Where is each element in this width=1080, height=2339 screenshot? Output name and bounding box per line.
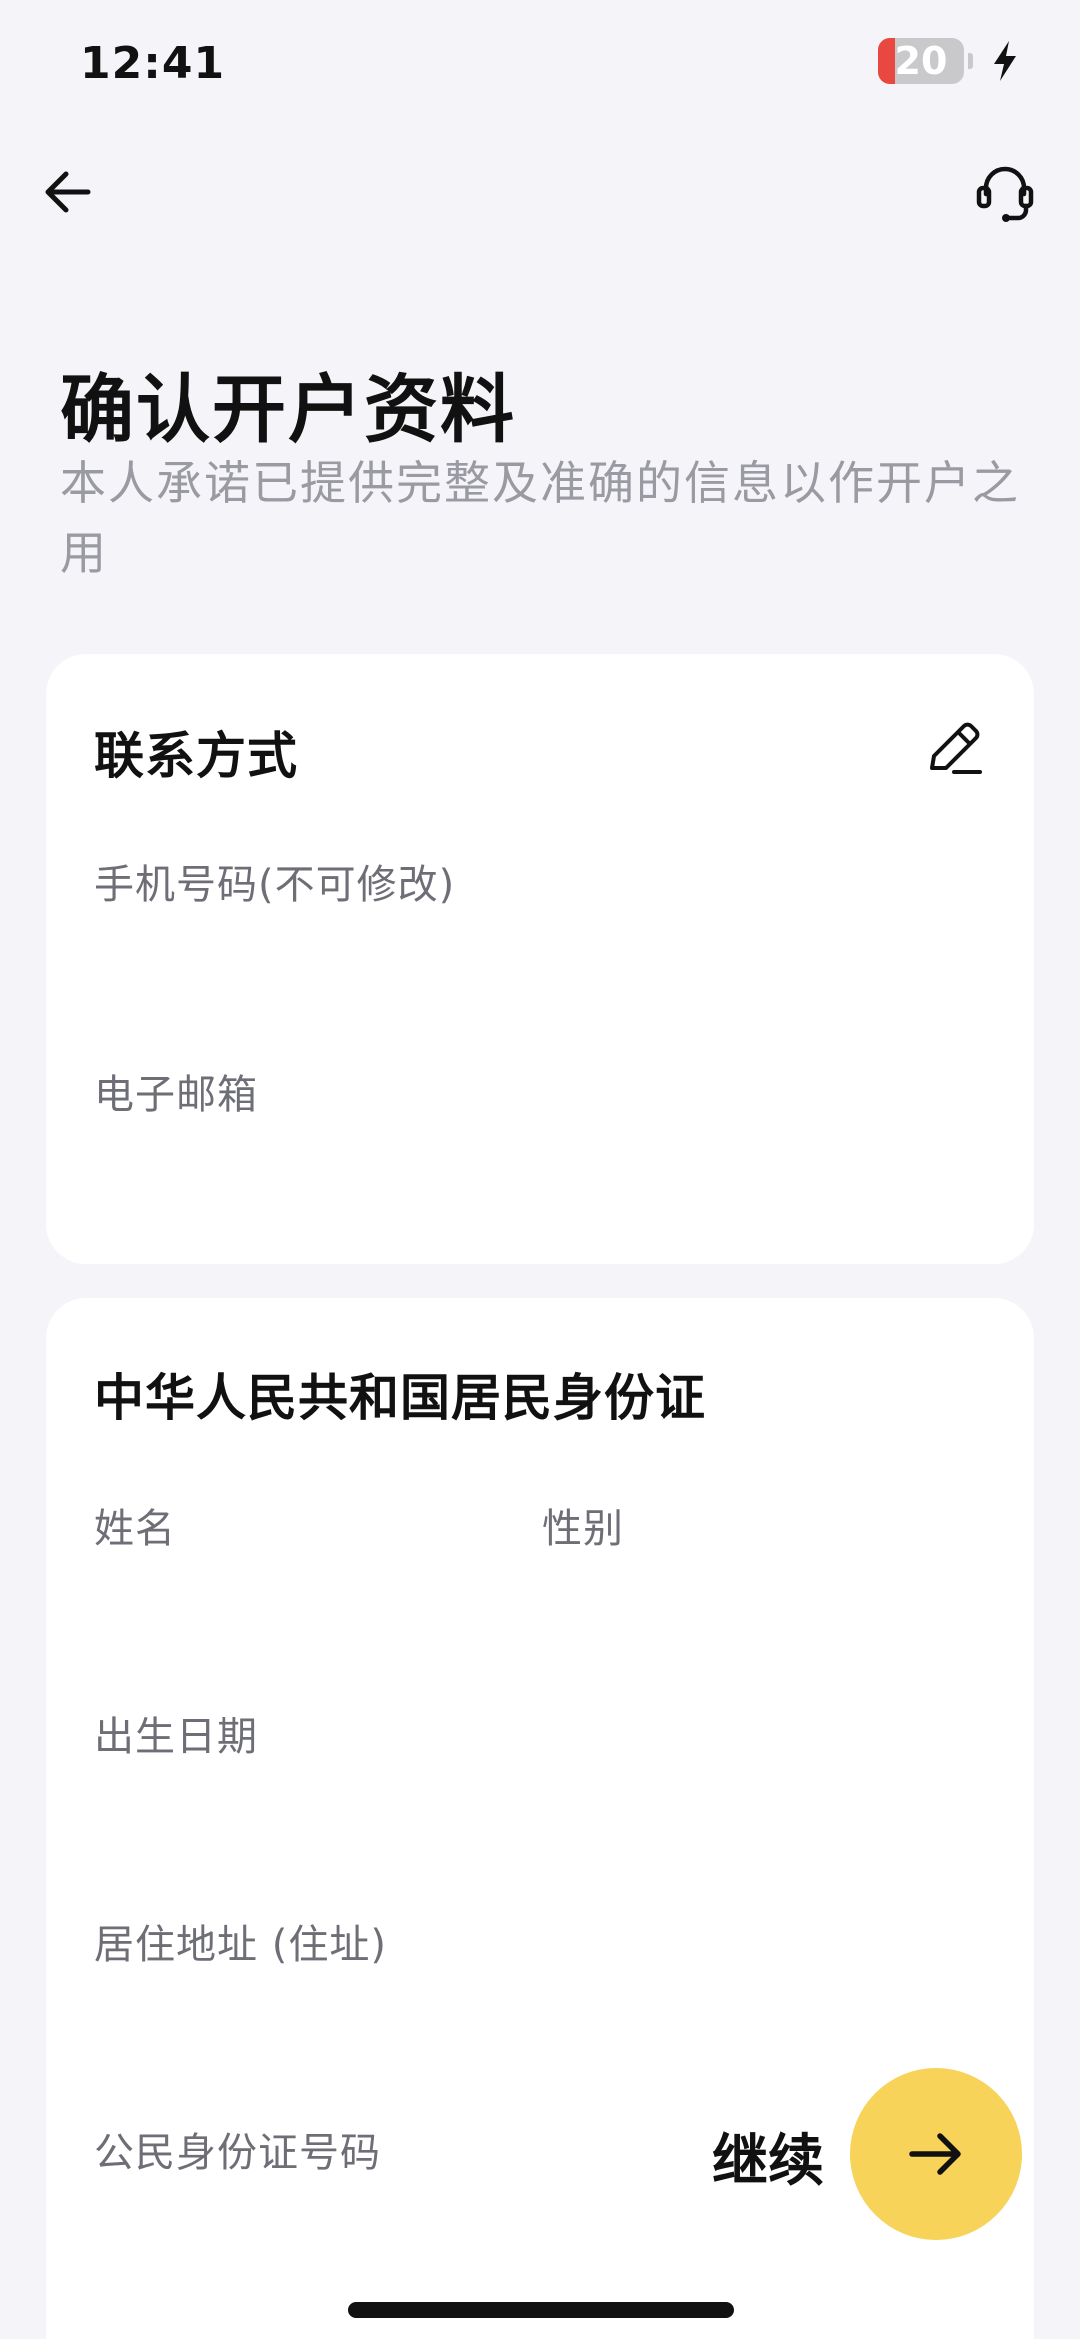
id-card-title: 中华人民共和国居民身份证 [94,1369,706,1427]
page-title: 确认开户资料 [60,367,516,453]
arrow-left-icon [45,171,91,213]
validity-period-label: 证件有效期限 [94,2328,340,2339]
name-label: 姓名 [94,1506,176,1552]
birth-date-label: 出生日期 [94,1714,258,1760]
bolt-icon [994,41,1016,81]
screen: 12:41 20 确认开户资料 本人承诺已提供完整及准确的信息以作开户之用 联系… [0,0,1080,2339]
battery-indicator: 20 [878,38,964,84]
address-label: 居住地址 (住址) [94,1922,387,1968]
back-button[interactable] [36,160,100,224]
battery-nub [968,53,973,69]
id-number-label: 公民身份证号码 [94,2130,381,2176]
page-subtitle: 本人承诺已提供完整及准确的信息以作开户之用 [60,456,1020,580]
continue-button[interactable] [850,2068,1022,2240]
arrow-right-icon [909,2133,961,2175]
contact-info-card: 联系方式 手机号码(不可修改) 电子邮箱 [46,654,1034,1264]
customer-service-button[interactable] [970,158,1040,228]
phone-number-label: 手机号码(不可修改) [94,862,456,908]
contact-card-title: 联系方式 [94,727,298,785]
battery-level: 20 [894,39,948,83]
email-label: 电子邮箱 [94,1072,258,1118]
gender-label: 性别 [542,1506,624,1552]
edit-contact-button[interactable] [924,716,986,778]
home-indicator[interactable] [348,2302,734,2318]
headset-icon [976,166,1034,222]
pencil-icon [930,722,982,774]
continue-label[interactable]: 继续 [712,2116,824,2197]
status-time: 12:41 [80,38,226,89]
